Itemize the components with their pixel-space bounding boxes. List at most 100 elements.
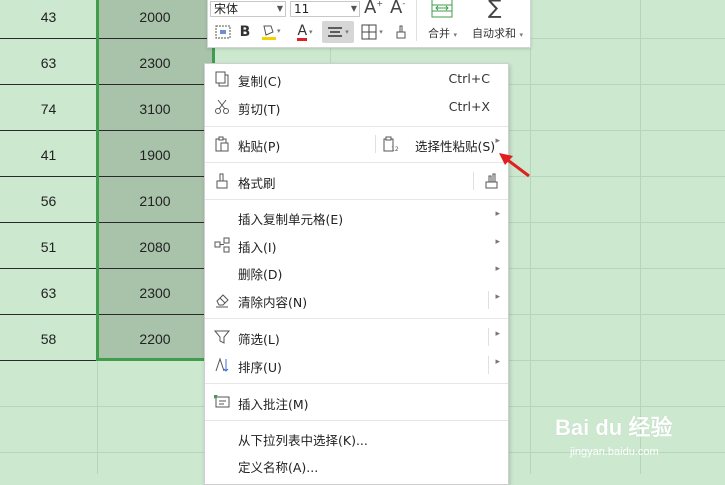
menu-separator [205, 126, 508, 127]
row-border [0, 38, 213, 39]
font-color-label: A [297, 22, 308, 41]
menu-item-copy[interactable]: 复制(C) Ctrl+C [205, 68, 508, 90]
grid-line [640, 0, 641, 474]
menu-item-paste-special[interactable]: 12 选择性粘贴(S) ▸ [375, 133, 508, 155]
menu-separator [205, 420, 508, 421]
cell-b[interactable]: 2000 [97, 9, 213, 25]
menu-item-cut[interactable]: 剪切(T) Ctrl+X [205, 96, 508, 118]
font-name-value: 宋体 [214, 2, 239, 16]
cell-b[interactable]: 2080 [97, 239, 213, 255]
format-cells-icon[interactable] [214, 21, 232, 43]
chevron-right-icon: ▸ [495, 209, 500, 219]
menu-item-label: 从下拉列表中选择(K)... [238, 433, 368, 448]
mini-toolbar: 宋体 ▼ 11 ▼ A+ A- B ▾ A ▾ ▾ ▾ 合并 ▾ ∑ 自动求和 … [207, 0, 531, 48]
brush-icon [213, 172, 231, 190]
cell-b[interactable]: 3100 [97, 101, 213, 117]
menu-separator [205, 383, 508, 384]
borders-button[interactable]: ▾ [358, 21, 386, 43]
merge-button[interactable]: 合并 ▾ [428, 25, 457, 41]
menu-item-insert[interactable]: 插入(I) ▸ [205, 234, 508, 256]
menu-item-label: 排序(U) [238, 360, 282, 375]
menu-item-label: 清除内容(N) [238, 295, 308, 310]
merge-icon[interactable] [430, 0, 454, 19]
insert-cells-icon [213, 236, 231, 254]
chevron-down-icon: ▼ [350, 4, 357, 13]
menu-item-insert-comment[interactable]: 插入批注(M) [205, 391, 508, 413]
font-color-button[interactable]: A ▾ [292, 21, 318, 43]
menu-item-label: 筛选(L) [238, 332, 280, 347]
selection-border [96, 0, 99, 361]
context-menu: 复制(C) Ctrl+C 剪切(T) Ctrl+X 粘贴(P) 12 选择性粘贴… [204, 63, 509, 485]
menu-item-delete[interactable]: 删除(D) ▸ [205, 261, 508, 283]
baidu-watermark: Bai du 经验 [555, 415, 673, 440]
menu-item-label: 定义名称(A)... [238, 460, 319, 475]
cell-a[interactable]: 51 [0, 239, 97, 255]
cell-b[interactable]: 2100 [97, 193, 213, 209]
copy-icon [213, 70, 231, 88]
font-name-select[interactable]: 宋体 ▼ [210, 1, 286, 17]
cell-a[interactable]: 63 [0, 285, 97, 301]
menu-item-shortcut: Ctrl+C [448, 71, 490, 86]
menu-item-label: 插入批注(M) [238, 397, 309, 412]
menu-item-label: 插入复制单元格(E) [238, 212, 344, 227]
menu-separator [205, 318, 508, 319]
selected-column-range[interactable] [97, 0, 213, 360]
chevron-right-icon: ▸ [495, 264, 500, 274]
cell-a[interactable]: 56 [0, 193, 97, 209]
font-size-value: 11 [294, 2, 310, 16]
chevron-right-icon: ▸ [495, 357, 500, 367]
eraser-icon [213, 291, 231, 309]
decrease-font-icon[interactable]: A- [390, 0, 405, 18]
menu-item-filter[interactable]: 筛选(L) ▸ [205, 326, 508, 348]
cell-a[interactable]: 43 [0, 9, 97, 25]
align-center-button[interactable]: ▾ [322, 21, 354, 43]
menu-separator [205, 199, 508, 200]
row-border [0, 84, 213, 85]
filter-icon [213, 328, 231, 346]
clipboard-icon [213, 135, 231, 153]
menu-item-label: 插入(I) [238, 240, 277, 255]
cell-b[interactable]: 2200 [97, 331, 213, 347]
increase-font-icon[interactable]: A+ [364, 0, 383, 18]
format-painter-icon[interactable] [392, 21, 410, 43]
scissors-icon [213, 98, 231, 116]
watermark-url: jingyan.baidu.com [570, 446, 659, 458]
autosum-icon[interactable]: ∑ [488, 0, 501, 19]
merge-label: 合并 [428, 27, 450, 40]
chevron-right-icon: ▸ [495, 237, 500, 247]
row-border [0, 314, 213, 315]
selection-border [96, 358, 206, 361]
font-size-select[interactable]: 11 ▼ [290, 1, 360, 17]
cell-a[interactable]: 58 [0, 331, 97, 347]
menu-item-pick-from-list[interactable]: 从下拉列表中选择(K)... [205, 427, 508, 449]
menu-divider [488, 328, 489, 346]
cell-a[interactable]: 74 [0, 101, 97, 117]
menu-item-clear[interactable]: 清除内容(N) ▸ [205, 289, 508, 311]
row-border [0, 130, 213, 131]
fill-color-button[interactable]: ▾ [258, 21, 284, 43]
grid-line [530, 0, 531, 474]
bold-button[interactable]: B [236, 21, 254, 43]
cell-b[interactable]: 2300 [97, 55, 213, 71]
cell-a[interactable]: 41 [0, 147, 97, 163]
cell-b[interactable]: 2300 [97, 285, 213, 301]
chevron-right-icon: ▸ [495, 329, 500, 339]
cell-b[interactable]: 1900 [97, 147, 213, 163]
menu-item-label: 剪切(T) [238, 102, 281, 117]
row-border [0, 222, 213, 223]
svg-text:▾: ▾ [277, 27, 281, 35]
menu-item-label: 删除(D) [238, 267, 283, 282]
grid-line [97, 360, 98, 474]
menu-item-insert-copied[interactable]: 插入复制单元格(E) ▸ [205, 206, 508, 228]
chevron-down-icon: ▼ [276, 4, 283, 13]
cell-a[interactable]: 63 [0, 55, 97, 71]
chevron-right-icon: ▸ [495, 136, 500, 146]
menu-item-sort[interactable]: 排序(U) ▸ [205, 354, 508, 376]
comment-icon [213, 393, 231, 411]
menu-divider [488, 291, 489, 309]
row-border [0, 176, 213, 177]
svg-text:12: 12 [391, 146, 398, 152]
menu-item-define-name[interactable]: 定义名称(A)... [205, 454, 508, 476]
menu-item-format-painter[interactable]: 格式刷 [205, 170, 508, 192]
autosum-button[interactable]: 自动求和 ▾ [472, 25, 523, 41]
